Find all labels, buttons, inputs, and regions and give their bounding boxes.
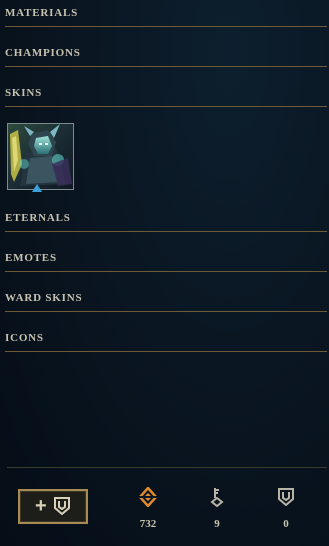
- category-header: SKINS: [5, 85, 327, 107]
- category-header: WARD SKINS: [5, 290, 327, 312]
- footer-divider: [7, 467, 327, 468]
- skin-item-tile[interactable]: [7, 123, 74, 190]
- category-header: ICONS: [5, 330, 327, 352]
- category-label: ETERNALS: [5, 212, 71, 224]
- chest-icon: [54, 497, 70, 520]
- loot-panel: MATERIALS CHAMPIONS SKINS ETERNALS EMOTE…: [0, 0, 329, 546]
- orange-essence-count: 732: [139, 518, 157, 530]
- category-label: ICONS: [5, 332, 44, 344]
- category-header: EMOTES: [5, 250, 327, 272]
- orange-essence-counter: 732: [128, 486, 168, 530]
- category-eternals[interactable]: ETERNALS: [5, 210, 327, 232]
- chest-counter: 0: [266, 486, 306, 530]
- category-header: CHAMPIONS: [5, 45, 327, 67]
- craft-chest-button[interactable]: +: [18, 489, 88, 524]
- category-label: WARD SKINS: [5, 292, 83, 304]
- category-champions[interactable]: CHAMPIONS: [5, 45, 327, 67]
- skin-owned-marker-icon: [32, 184, 42, 192]
- category-label: CHAMPIONS: [5, 47, 81, 59]
- chest-count: 0: [283, 518, 289, 530]
- key-fragment-counter: 9: [197, 486, 237, 530]
- category-emotes[interactable]: EMOTES: [5, 250, 327, 272]
- category-ward-skins[interactable]: WARD SKINS: [5, 290, 327, 312]
- chest-icon: [266, 486, 306, 508]
- category-icons[interactable]: ICONS: [5, 330, 327, 352]
- category-label: SKINS: [5, 87, 43, 99]
- category-skins[interactable]: SKINS: [5, 85, 327, 107]
- plus-icon: +: [35, 495, 47, 517]
- key-fragment-count: 9: [214, 518, 220, 530]
- category-header: ETERNALS: [5, 210, 327, 232]
- category-materials[interactable]: MATERIALS: [5, 5, 327, 27]
- key-fragment-icon: [197, 486, 237, 508]
- category-label: EMOTES: [5, 252, 57, 264]
- category-label: MATERIALS: [5, 7, 79, 19]
- orange-essence-icon: [128, 486, 168, 508]
- champion-skin-portrait: [8, 124, 73, 189]
- category-header: MATERIALS: [5, 5, 327, 27]
